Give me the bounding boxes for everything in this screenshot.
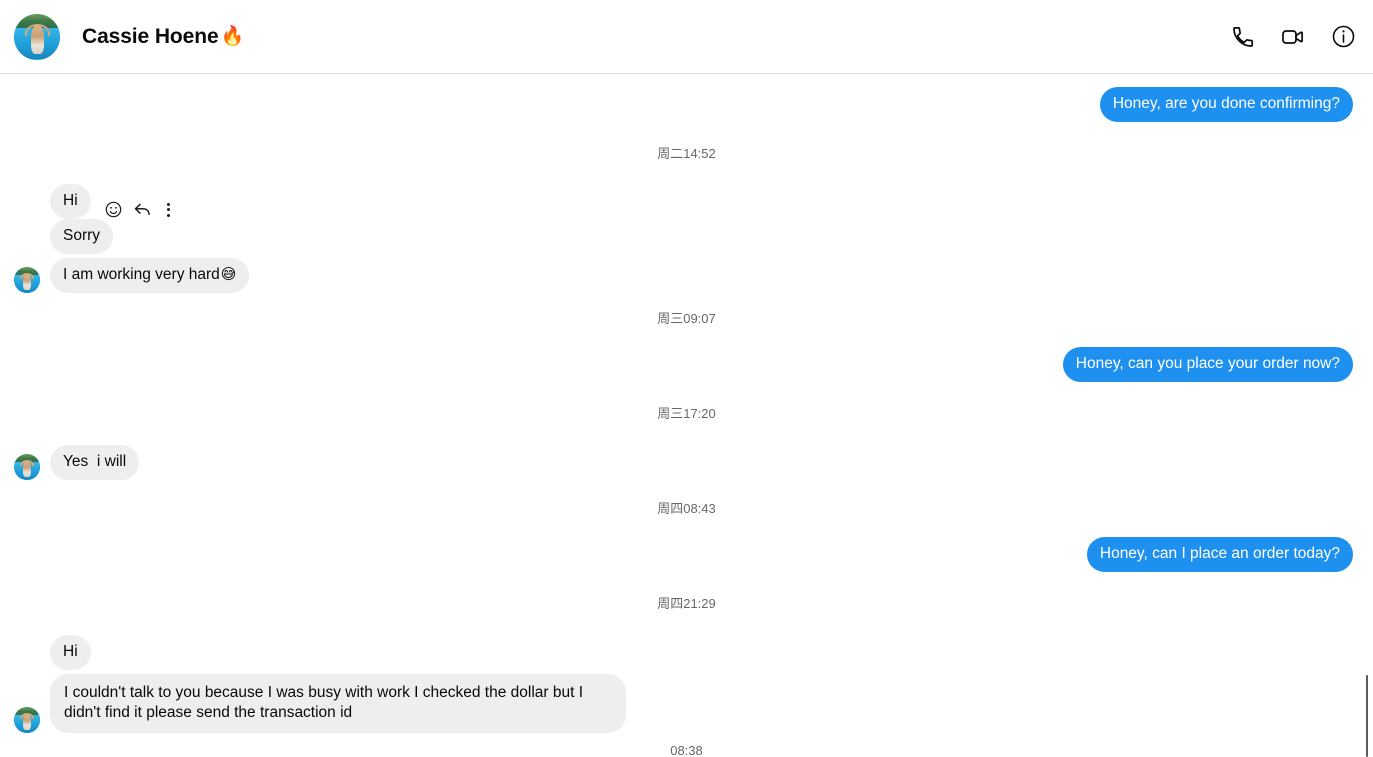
message-row-outgoing: Honey, are you done confirming? bbox=[1099, 87, 1353, 122]
timestamp-separator: 周四21:29 bbox=[657, 596, 716, 611]
message-bubble-outgoing[interactable]: Honey, can you place your order now? bbox=[1062, 347, 1353, 382]
avatar-person bbox=[23, 273, 32, 290]
avatar-gutter bbox=[14, 239, 40, 293]
voice-call-icon[interactable] bbox=[1229, 23, 1257, 51]
message-bubble-incoming[interactable]: Sorry bbox=[50, 219, 114, 254]
message-bubble-outgoing[interactable]: Honey, can I place an order today? bbox=[1086, 537, 1353, 572]
timestamp-separator: 周二14:52 bbox=[657, 146, 716, 161]
sweat-smile-emoji: 😅 bbox=[220, 266, 237, 283]
timestamp-separator: 周四08:43 bbox=[657, 501, 716, 516]
message-list-scrollbar[interactable] bbox=[1361, 74, 1373, 757]
message-bubble-incoming[interactable]: I couldn't talk to you because I was bus… bbox=[50, 674, 626, 733]
message-sender-avatar[interactable] bbox=[14, 267, 40, 293]
avatar-person bbox=[23, 460, 32, 477]
message-bubble-incoming[interactable]: Yes i will bbox=[50, 445, 140, 480]
message-sender-avatar[interactable] bbox=[14, 707, 40, 733]
react-emoji-icon[interactable] bbox=[104, 200, 123, 219]
avatar-gutter bbox=[14, 454, 40, 480]
message-bubble-incoming[interactable]: Hi bbox=[50, 635, 91, 670]
chat-header: Cassie Hoene 🔥 bbox=[0, 0, 1373, 74]
message-bubble-incoming[interactable]: I am working very hard😅 bbox=[50, 258, 250, 293]
message-row-incoming: Hi bbox=[14, 184, 176, 219]
avatar-person bbox=[23, 713, 32, 730]
contact-name-text: Cassie Hoene bbox=[82, 24, 219, 48]
contact-avatar[interactable] bbox=[14, 13, 60, 60]
message-list[interactable]: Honey, are you done confirming? 周二14:52 … bbox=[0, 74, 1373, 757]
more-options-icon[interactable] bbox=[162, 202, 176, 217]
message-group: Hi I couldn't talk to you because I was … bbox=[50, 635, 626, 733]
message-text: I am working very hard bbox=[63, 266, 220, 283]
message-sender-avatar[interactable] bbox=[14, 454, 40, 480]
message-row-incoming: Yes i will bbox=[14, 445, 140, 480]
video-call-icon[interactable] bbox=[1279, 23, 1307, 51]
avatar-gutter bbox=[14, 649, 40, 733]
timestamp-separator: 08:38 bbox=[670, 743, 703, 757]
fire-emoji: 🔥 bbox=[220, 26, 245, 47]
scrollbar-thumb[interactable] bbox=[1366, 675, 1368, 757]
timestamp-separator: 周三17:20 bbox=[657, 406, 716, 421]
message-hover-actions bbox=[104, 200, 176, 219]
message-bubble-outgoing[interactable]: Honey, are you done confirming? bbox=[1099, 87, 1353, 122]
header-actions bbox=[1229, 23, 1357, 51]
avatar-person bbox=[30, 25, 45, 54]
message-row-incoming: Hi I couldn't talk to you because I was … bbox=[14, 635, 626, 733]
reply-arrow-icon[interactable] bbox=[133, 200, 152, 219]
message-bubble-incoming[interactable]: Hi bbox=[50, 184, 91, 219]
timestamp-separator: 周三09:07 bbox=[657, 311, 716, 326]
message-row-outgoing: Honey, can you place your order now? bbox=[1062, 347, 1353, 382]
message-row-outgoing: Honey, can I place an order today? bbox=[1086, 537, 1353, 572]
message-row-incoming: Sorry I am working very hard😅 bbox=[14, 219, 250, 293]
conversation-info-icon[interactable] bbox=[1329, 23, 1357, 51]
message-group: Sorry I am working very hard😅 bbox=[50, 219, 250, 293]
contact-name-title[interactable]: Cassie Hoene 🔥 bbox=[82, 25, 244, 49]
